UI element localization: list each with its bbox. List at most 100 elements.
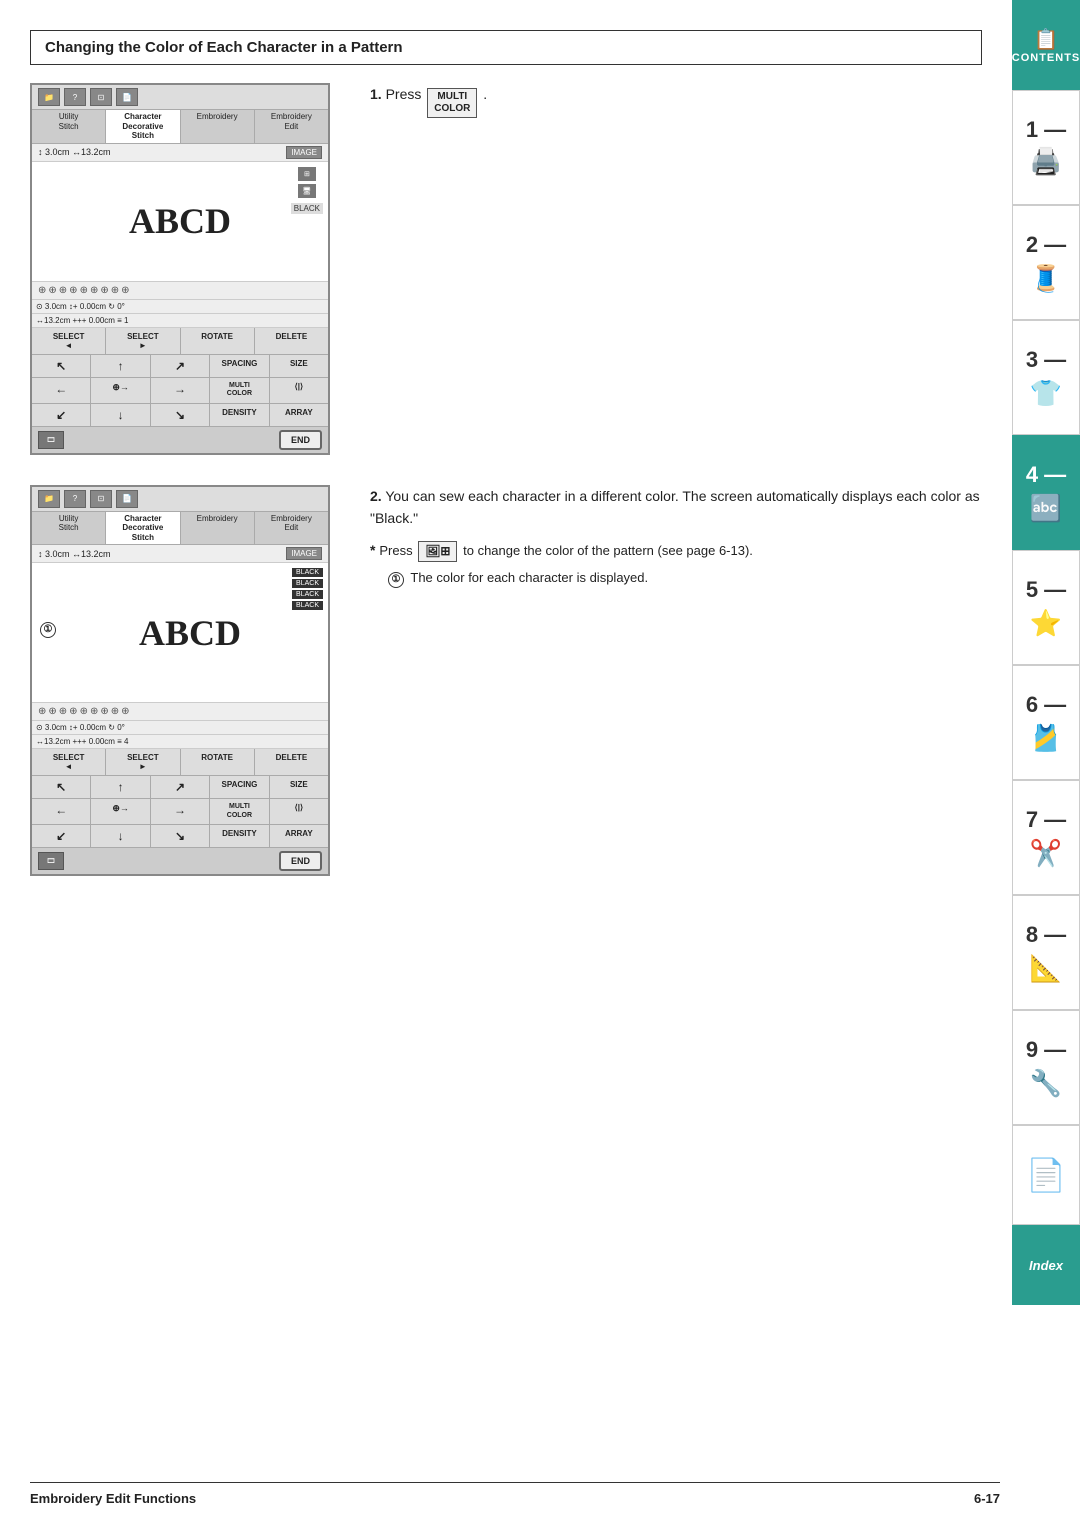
multi-color-btn-2[interactable]: MULTICOLOR	[210, 799, 269, 824]
sidebar-tab-index[interactable]: Index	[1012, 1225, 1080, 1305]
multi-color-btn-1[interactable]: MULTICOLOR	[210, 378, 269, 403]
help-icon-2[interactable]: ?	[64, 490, 86, 508]
sidebar-tab-3[interactable]: 3 — 👕	[1012, 320, 1080, 435]
sw-btn-1[interactable]: ↙	[32, 404, 91, 426]
hash-2-6: ⊕	[90, 706, 98, 717]
settings-icon-2[interactable]: ⊡	[90, 490, 112, 508]
sw-btn-2[interactable]: ↙	[32, 825, 91, 847]
tab-character-2[interactable]: CharacterDecorativeStitch	[106, 512, 180, 545]
btn-row-1: SELECT◄ SELECT► ROTATE DELETE	[32, 328, 328, 355]
sidebar-tab-6[interactable]: 6 — 🎽	[1012, 665, 1080, 780]
tab-embroidery-edit[interactable]: EmbroideryEdit	[255, 110, 328, 143]
s-btn-1[interactable]: ↓	[91, 404, 150, 426]
select-right-btn-2[interactable]: SELECT►	[106, 749, 180, 775]
mirror-btn-2[interactable]: ⟨|⟩	[270, 799, 328, 824]
ne-btn-1[interactable]: ↗	[151, 355, 210, 377]
se-btn-1[interactable]: ↘	[151, 404, 210, 426]
tab-8-icon: 📐	[1030, 953, 1062, 984]
array-btn-2[interactable]: ARRAY	[270, 825, 328, 847]
sidebar-tab-note[interactable]: 📄	[1012, 1125, 1080, 1225]
sidebar-tab-9[interactable]: 9 — 🔧	[1012, 1010, 1080, 1125]
hash-5: ⊕	[80, 285, 88, 296]
e-btn-2[interactable]: →	[151, 799, 210, 824]
help-icon[interactable]: ?	[64, 88, 86, 106]
film-key[interactable]: 🖼⊞	[418, 541, 457, 561]
screen-top-bar-2: 📁 ? ⊡ 📄	[32, 487, 328, 512]
params-text-1: ⊙ 3.0cm ↕+ 0.00cm ↻ 0°	[36, 302, 125, 311]
footer-title: Embroidery Edit Functions	[30, 1491, 196, 1506]
tab-7-icon: ✂️	[1030, 838, 1062, 869]
size-btn-2[interactable]: SIZE	[270, 776, 328, 798]
doc-icon[interactable]: 📄	[116, 88, 138, 106]
folder-icon[interactable]: 📁	[38, 88, 60, 106]
settings-icon[interactable]: ⊡	[90, 88, 112, 106]
hash-2-9: ⊕	[121, 706, 129, 717]
center-btn-1[interactable]: ⊕→	[91, 378, 150, 403]
tab-2-number: 2 —	[1026, 232, 1066, 258]
film-icon-1[interactable]: 🎞	[38, 431, 64, 449]
end-btn-2[interactable]: END	[279, 851, 322, 871]
rotate-btn-2[interactable]: ROTATE	[181, 749, 255, 775]
size-btn-1[interactable]: SIZE	[270, 355, 328, 377]
tab-utility-2[interactable]: UtilityStitch	[32, 512, 106, 545]
tab-character[interactable]: CharacterDecorativeStitch	[106, 110, 180, 143]
image-button-1[interactable]: IMAGE	[286, 146, 322, 159]
film-icon-2[interactable]: 🎞	[38, 852, 64, 870]
density-btn-2[interactable]: DENSITY	[210, 825, 269, 847]
ne-btn-2[interactable]: ↗	[151, 776, 210, 798]
side-icons-1: ⊞ 🖥 BLACK	[291, 167, 323, 214]
nw-btn-1[interactable]: ↖	[32, 355, 91, 377]
spacing-btn-1[interactable]: SPACING	[210, 355, 269, 377]
sidebar-tab-2[interactable]: 2 — 🧵	[1012, 205, 1080, 320]
array-btn-1[interactable]: ARRAY	[270, 404, 328, 426]
sidebar-tab-1[interactable]: 1 — 🖨️	[1012, 90, 1080, 205]
section-top: 📁 ? ⊡ 📄 UtilityStitch CharacterDecorativ…	[30, 83, 982, 455]
sidebar-tab-8[interactable]: 8 — 📐	[1012, 895, 1080, 1010]
doc-icon-2[interactable]: 📄	[116, 490, 138, 508]
tab-6-icon: 🎽	[1030, 723, 1062, 754]
delete-btn-2[interactable]: DELETE	[255, 749, 328, 775]
e-btn-1[interactable]: →	[151, 378, 210, 403]
select-left-btn-2[interactable]: SELECT◄	[32, 749, 106, 775]
sidebar-tab-7[interactable]: 7 — ✂️	[1012, 780, 1080, 895]
tab-embroidery-edit-2[interactable]: EmbroideryEdit	[255, 512, 328, 545]
tab-9-number: 9 —	[1026, 1037, 1066, 1063]
tab-utility[interactable]: UtilityStitch	[32, 110, 106, 143]
multi-color-key[interactable]: MULTICOLOR	[427, 88, 477, 118]
tab-embroidery-2[interactable]: Embroidery	[181, 512, 255, 545]
image-button-2[interactable]: IMAGE	[286, 547, 322, 560]
select-left-btn-1[interactable]: SELECT◄	[32, 328, 106, 354]
center-btn-2[interactable]: ⊕→	[91, 799, 150, 824]
screen-bottom-bar-2: 🎞 END	[32, 848, 328, 874]
density-btn-1[interactable]: DENSITY	[210, 404, 269, 426]
n-btn-1[interactable]: ↑	[91, 355, 150, 377]
screen-params-bar-2: ⊙ 3.0cm ↕+ 0.00cm ↻ 0°	[32, 721, 328, 735]
s-btn-2[interactable]: ↓	[91, 825, 150, 847]
sidebar-tab-contents[interactable]: 📋 CONTENTS	[1012, 0, 1080, 90]
w-btn-2[interactable]: ←	[32, 799, 91, 824]
spacing-btn-2[interactable]: SPACING	[210, 776, 269, 798]
sidebar-tab-4[interactable]: 4 — 🔤	[1012, 435, 1080, 550]
w-btn-1[interactable]: ←	[32, 378, 91, 403]
tab-2-icon: 🧵	[1030, 263, 1062, 294]
tab-embroidery[interactable]: Embroidery	[181, 110, 255, 143]
folder-icon-2[interactable]: 📁	[38, 490, 60, 508]
tab-8-number: 8 —	[1026, 922, 1066, 948]
mirror-btn-1[interactable]: ⟨|⟩	[270, 378, 328, 403]
screen-bottom-bar-1: 🎞 END	[32, 427, 328, 453]
tab-9-icon: 🔧	[1030, 1068, 1062, 1099]
nw-btn-2[interactable]: ↖	[32, 776, 91, 798]
sidebar-tab-5[interactable]: 5 — ⭐	[1012, 550, 1080, 665]
tab-3-icon: 👕	[1030, 378, 1062, 409]
star-bullet: *	[370, 542, 379, 558]
delete-btn-1[interactable]: DELETE	[255, 328, 328, 354]
select-right-btn-1[interactable]: SELECT►	[106, 328, 180, 354]
screen-params-bar-1b: ↔13.2cm +++ 0.00cm ≡ 1	[32, 314, 328, 328]
rotate-btn-1[interactable]: ROTATE	[181, 328, 255, 354]
hash-row-1: ⊕ ⊕ ⊕ ⊕ ⊕ ⊕ ⊕ ⊕ ⊕	[32, 282, 328, 300]
n-btn-2[interactable]: ↑	[91, 776, 150, 798]
end-btn-1[interactable]: END	[279, 430, 322, 450]
se-btn-2[interactable]: ↘	[151, 825, 210, 847]
screen-buttons-2: SELECT◄ SELECT► ROTATE DELETE ↖ ↑ ↗ SPAC…	[32, 749, 328, 874]
measure-text-1: ↕ 3.0cm ↔13.2cm	[38, 147, 111, 157]
